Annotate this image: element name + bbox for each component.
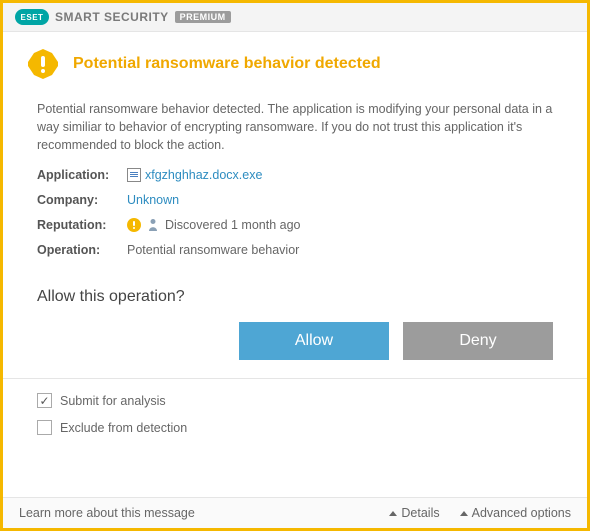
company-value: Unknown [127, 193, 179, 207]
deny-button[interactable]: Deny [403, 322, 553, 360]
field-reputation: Reputation: Discovered 1 month ago [37, 218, 553, 232]
users-icon [147, 218, 159, 232]
file-icon [127, 168, 141, 182]
details-toggle[interactable]: Details [389, 506, 439, 520]
alert-body: Potential ransomware behavior detected. … [3, 92, 587, 274]
learn-more-link[interactable]: Learn more about this message [19, 506, 195, 520]
exclude-checkbox[interactable] [37, 420, 52, 435]
reputation-value: Discovered 1 month ago [165, 218, 301, 232]
warning-icon [27, 48, 59, 80]
field-operation: Operation: Potential ransomware behavior [37, 243, 553, 257]
eset-logo: ESET [15, 9, 49, 25]
submit-for-analysis-row: Submit for analysis [37, 393, 553, 408]
submit-label: Submit for analysis [60, 394, 166, 408]
application-label: Application: [37, 168, 127, 182]
alert-title: Potential ransomware behavior detected [73, 55, 381, 73]
field-company: Company: Unknown [37, 193, 553, 207]
chevron-up-icon [389, 511, 397, 516]
advanced-options-toggle[interactable]: Advanced options [460, 506, 571, 520]
edition-badge: PREMIUM [175, 11, 231, 23]
alert-heading: Potential ransomware behavior detected [3, 32, 587, 92]
button-row: Allow Deny [37, 322, 553, 360]
product-name: SMART SECURITY [55, 10, 169, 24]
alert-description: Potential ransomware behavior detected. … [37, 100, 553, 154]
application-value: xfgzhghhaz.docx.exe [145, 168, 262, 182]
exclude-label: Exclude from detection [60, 421, 187, 435]
allow-button[interactable]: Allow [239, 322, 389, 360]
footer: Learn more about this message Details Ad… [3, 497, 587, 528]
title-bar: ESET SMART SECURITY PREMIUM [3, 3, 587, 32]
application-link[interactable]: xfgzhghhaz.docx.exe [127, 168, 262, 182]
options-section: Submit for analysis Exclude from detecti… [3, 379, 587, 461]
field-application: Application: xfgzhghhaz.docx.exe [37, 168, 553, 182]
prompt-section: Allow this operation? Allow Deny [3, 274, 587, 378]
submit-checkbox[interactable] [37, 393, 52, 408]
eset-logo-text: ESET [21, 13, 44, 22]
prompt-question: Allow this operation? [37, 288, 553, 306]
operation-label: Operation: [37, 243, 127, 257]
operation-value: Potential ransomware behavior [127, 243, 299, 257]
details-label: Details [401, 506, 439, 520]
reputation-warning-icon [127, 218, 141, 232]
advanced-options-label: Advanced options [472, 506, 571, 520]
chevron-up-icon [460, 511, 468, 516]
exclude-from-detection-row: Exclude from detection [37, 420, 553, 435]
reputation-label: Reputation: [37, 218, 127, 232]
company-label: Company: [37, 193, 127, 207]
